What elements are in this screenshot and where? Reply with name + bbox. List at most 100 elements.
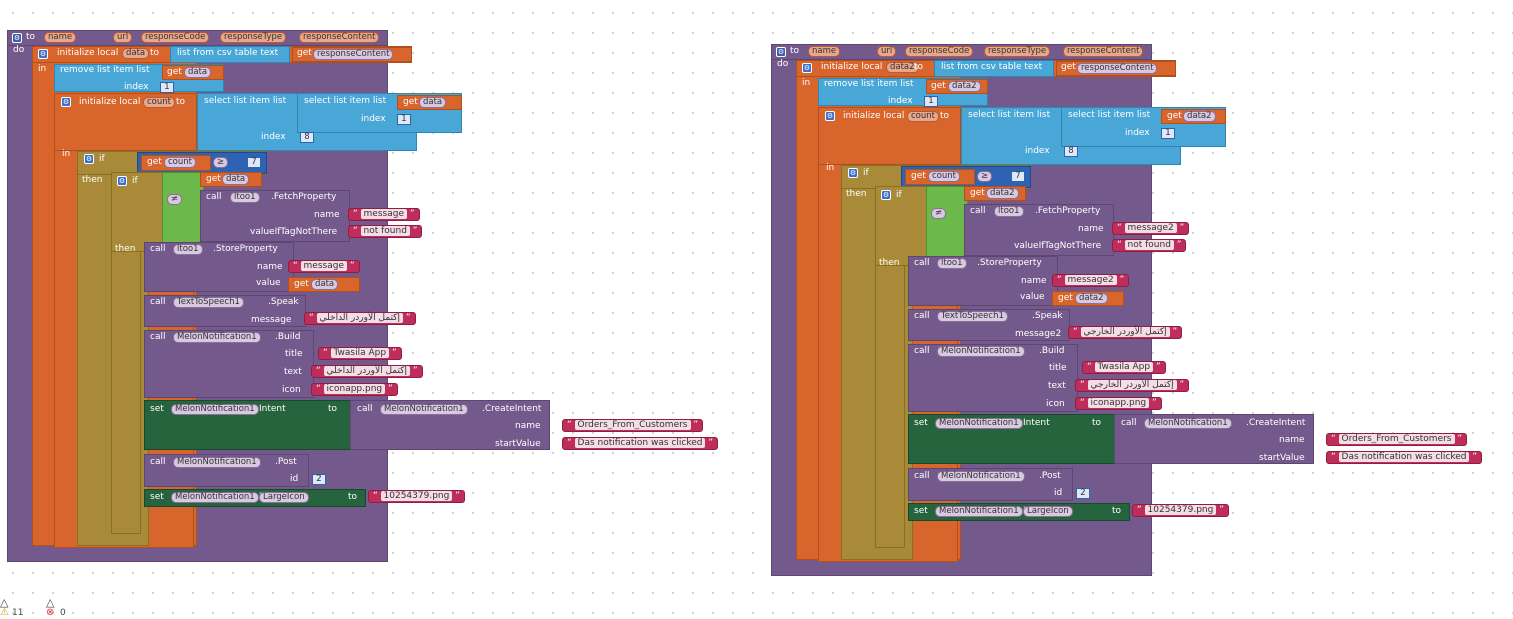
number-8[interactable]: 8	[300, 132, 314, 143]
melon-component-dropdown-5[interactable]: MelonNotification1	[171, 492, 259, 503]
if-mutator-gear-icon[interactable]: ⚙	[848, 168, 858, 178]
not-found-string-value[interactable]: not found	[360, 226, 410, 236]
number-1-b[interactable]: 1	[1161, 128, 1175, 139]
var-count-name[interactable]: count	[907, 111, 939, 122]
intent-name-string-value[interactable]: Orders_From_Customers	[574, 420, 691, 430]
get-count-var[interactable]: count	[164, 157, 196, 168]
text-string[interactable]: “ إكتمل الأوردر الخارجي ”	[1075, 379, 1190, 392]
compare-operator-dropdown[interactable]: ≥	[977, 171, 993, 182]
start-value-string[interactable]: “ Das notification was clicked ”	[1326, 451, 1482, 464]
number-1-b[interactable]: 1	[397, 114, 411, 125]
title-string[interactable]: “ Twasila App ”	[318, 347, 402, 360]
fetch-name-string-value[interactable]: message2	[1124, 223, 1177, 233]
intent-name-string-value[interactable]: Orders_From_Customers	[1338, 434, 1455, 444]
start-value-string-value[interactable]: Das notification was clicked	[1338, 452, 1470, 462]
get-data-var-4[interactable]: data	[311, 279, 339, 290]
get-data-var-3[interactable]: data2	[986, 188, 1019, 199]
speak-message-string-value[interactable]: إكتمل الأوردر الداخلي	[316, 313, 403, 323]
procedure-mutator-gear-icon[interactable]: ⚙	[12, 33, 22, 43]
intent-name-string[interactable]: “ Orders_From_Customers ”	[562, 419, 704, 432]
not-found-string[interactable]: “ not found ”	[348, 225, 423, 238]
store-name-string-value[interactable]: message2	[1064, 275, 1117, 285]
start-value-string[interactable]: “ Das notification was clicked ”	[562, 437, 718, 450]
melon-component-dropdown-3[interactable]: MelonNotification1	[1144, 418, 1232, 429]
warning-indicator[interactable]: △ ⚠ 11 △ ⊗ 0	[0, 596, 80, 618]
large-icon-string-value[interactable]: 10254379.png	[1144, 505, 1217, 515]
number-2[interactable]: 2	[1076, 488, 1090, 499]
init-data-mutator-gear-icon[interactable]: ⚙	[38, 49, 48, 59]
number-1[interactable]: 1	[924, 96, 938, 107]
not-equal-dropdown[interactable]: ≠	[931, 208, 947, 219]
itoo-component-dropdown-2[interactable]: ltoo1	[173, 244, 203, 255]
large-icon-string-value[interactable]: 10254379.png	[380, 491, 453, 501]
nested-if-mutator-gear-icon[interactable]: ⚙	[117, 176, 127, 186]
icon-string[interactable]: “ iconapp.png ”	[311, 383, 398, 396]
store-name-string[interactable]: “ message ”	[288, 260, 360, 273]
fetch-name-string-value[interactable]: message	[360, 209, 407, 219]
get-count-var[interactable]: count	[928, 171, 960, 182]
tts-component-dropdown[interactable]: TextToSpeech1	[937, 311, 1008, 322]
procedure-name-field[interactable]: name	[44, 32, 77, 43]
number-1[interactable]: 1	[160, 82, 174, 93]
var-data-name[interactable]: data	[122, 48, 150, 59]
melon-component-dropdown-4[interactable]: MelonNotification1	[937, 471, 1025, 482]
large-icon-string[interactable]: “ 10254379.png ”	[368, 490, 465, 503]
procedure-mutator-gear-icon[interactable]: ⚙	[776, 47, 786, 57]
speak-message-string[interactable]: “ إكتمل الأوردر الداخلي ”	[304, 312, 416, 325]
icon-string-value[interactable]: iconapp.png	[1087, 398, 1150, 408]
init-count-mutator-gear-icon[interactable]: ⚙	[61, 97, 71, 107]
icon-string[interactable]: “ iconapp.png ”	[1075, 397, 1162, 410]
if-mutator-gear-icon[interactable]: ⚙	[84, 154, 94, 164]
large-icon-dropdown[interactable]: LargeIcon	[259, 492, 309, 503]
itoo-component-dropdown[interactable]: ltoo1	[230, 192, 260, 203]
text-string-value[interactable]: إكتمل الأوردر الداخلي	[323, 366, 410, 376]
melon-component-dropdown[interactable]: MelonNotification1	[173, 332, 261, 343]
tts-component-dropdown[interactable]: TextToSpeech1	[173, 297, 244, 308]
icon-string-value[interactable]: iconapp.png	[323, 384, 386, 394]
not-found-string[interactable]: “ not found ”	[1112, 239, 1187, 252]
title-string[interactable]: “ Twasila App ”	[1082, 361, 1166, 374]
melon-component-dropdown-2[interactable]: MelonNotification1	[171, 404, 259, 415]
number-7[interactable]: 7	[247, 157, 261, 168]
fetch-name-string[interactable]: “ message ”	[348, 208, 420, 221]
get-data-var-2[interactable]: data2	[1183, 111, 1216, 122]
itoo-component-dropdown[interactable]: ltoo1	[994, 206, 1024, 217]
number-2[interactable]: 2	[312, 474, 326, 485]
text-string[interactable]: “ إكتمل الأوردر الداخلي ”	[311, 365, 423, 378]
store-name-string-value[interactable]: message	[300, 261, 347, 271]
melon-component-dropdown-4[interactable]: MelonNotification1	[173, 457, 261, 468]
var-count-name[interactable]: count	[143, 97, 175, 108]
intent-name-string[interactable]: “ Orders_From_Customers ”	[1326, 433, 1468, 446]
melon-component-dropdown-5[interactable]: MelonNotification1	[935, 506, 1023, 517]
nested-if-mutator-gear-icon[interactable]: ⚙	[881, 190, 891, 200]
not-equal-dropdown[interactable]: ≠	[167, 194, 183, 205]
get-data-var-2[interactable]: data	[419, 97, 447, 108]
title-string-value[interactable]: Twasila App	[330, 348, 390, 358]
get-data-var[interactable]: data	[184, 67, 212, 78]
melon-component-dropdown-2[interactable]: MelonNotification1	[935, 418, 1023, 429]
init-count-mutator-gear-icon[interactable]: ⚙	[825, 111, 835, 121]
get-response-content-var[interactable]: responseContent	[313, 49, 394, 60]
get-data-var[interactable]: data2	[948, 81, 981, 92]
procedure-name-field[interactable]: name	[808, 46, 841, 57]
itoo-component-dropdown-2[interactable]: ltoo1	[937, 258, 967, 269]
number-8[interactable]: 8	[1064, 146, 1078, 157]
get-data-var-4[interactable]: data2	[1075, 293, 1108, 304]
speak-message-string[interactable]: “ إكتمل الأوردر الخارجي ”	[1068, 326, 1183, 339]
get-data-var-3[interactable]: data	[222, 174, 250, 185]
init-data-mutator-gear-icon[interactable]: ⚙	[802, 63, 812, 73]
not-equal-block[interactable]	[162, 172, 204, 244]
number-7[interactable]: 7	[1011, 171, 1025, 182]
store-name-string[interactable]: “ message2 ”	[1052, 274, 1130, 287]
text-string-value[interactable]: إكتمل الأوردر الخارجي	[1087, 380, 1177, 390]
large-icon-dropdown[interactable]: LargeIcon	[1023, 506, 1073, 517]
not-found-string-value[interactable]: not found	[1124, 240, 1174, 250]
fetch-name-string[interactable]: “ message2 ”	[1112, 222, 1190, 235]
get-response-content-var[interactable]: responseContent	[1077, 63, 1158, 74]
large-icon-string[interactable]: “ 10254379.png ”	[1132, 504, 1229, 517]
speak-message-string-value[interactable]: إكتمل الأوردر الخارجي	[1080, 327, 1170, 337]
melon-component-dropdown-3[interactable]: MelonNotification1	[380, 404, 468, 415]
title-string-value[interactable]: Twasila App	[1094, 362, 1154, 372]
compare-operator-dropdown[interactable]: ≥	[213, 157, 229, 168]
melon-component-dropdown[interactable]: MelonNotification1	[937, 346, 1025, 357]
